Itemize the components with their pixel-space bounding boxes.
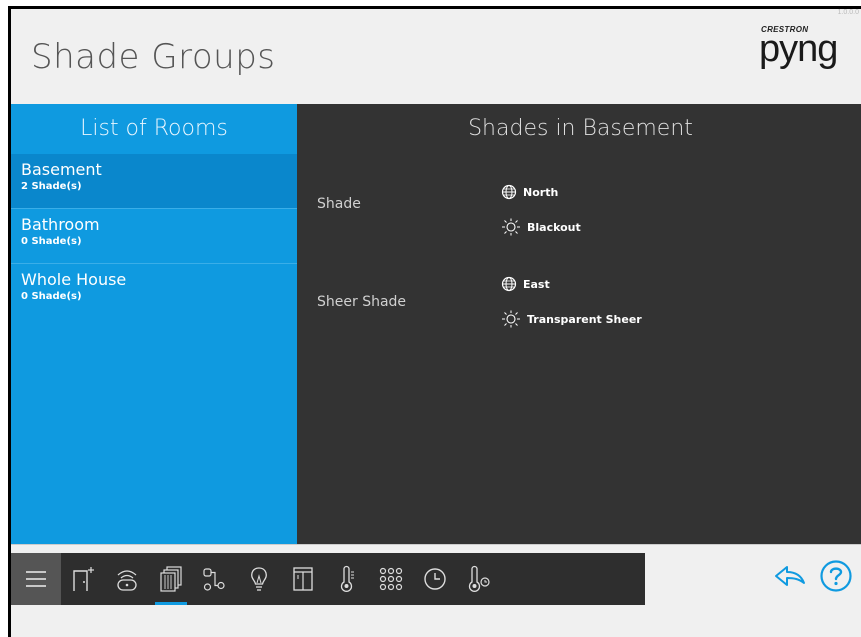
shade-item-label: East	[523, 277, 550, 291]
version-text: 1.0.0.0	[837, 9, 859, 16]
windows-button[interactable]	[281, 553, 325, 605]
keypads-button[interactable]	[369, 553, 413, 605]
menu-icon	[26, 571, 46, 587]
shade-group-label: Shade	[317, 196, 361, 212]
bulb-icon	[251, 567, 267, 591]
shade-item-blackout[interactable]: Blackout	[501, 218, 581, 236]
scene-icon	[203, 568, 225, 591]
app-frame: Shade Groups 1.0.0.0 CRESTRON pyng List …	[8, 6, 861, 637]
shades-button[interactable]	[149, 553, 193, 605]
rooms-panel: List of Rooms Basement 2 Shade(s) Bathro…	[11, 104, 297, 544]
shades-panel-title: Shades in Basement	[468, 116, 693, 141]
shade-item-label: Blackout	[527, 220, 581, 234]
climate-button[interactable]	[325, 553, 369, 605]
shade-item-north[interactable]: North	[501, 184, 558, 200]
remote-icon	[117, 570, 137, 591]
scenes-button[interactable]	[193, 553, 237, 605]
globe-icon	[501, 184, 517, 200]
room-name: Whole House	[21, 270, 127, 289]
shade-item-label: Transparent Sheer	[527, 312, 642, 326]
menu-button[interactable]	[11, 553, 61, 605]
globe-icon	[501, 276, 517, 292]
room-basement[interactable]: Basement 2 Shade(s)	[11, 154, 297, 209]
add-room-button[interactable]	[61, 553, 105, 605]
brand-logo: pyng	[759, 28, 838, 70]
bottom-bar	[11, 544, 861, 637]
thermostat-button[interactable]	[457, 553, 501, 605]
remote-button[interactable]	[105, 553, 149, 605]
shade-group-label: Sheer Shade	[317, 294, 407, 310]
room-bathroom[interactable]: Bathroom 0 Shade(s)	[11, 209, 297, 264]
room-whole-house[interactable]: Whole House 0 Shade(s)	[11, 264, 297, 319]
lights-button[interactable]	[237, 553, 281, 605]
page-title: Shade Groups	[31, 37, 276, 77]
room-count: 0 Shade(s)	[21, 291, 82, 302]
sun-icon	[502, 310, 520, 328]
shade-item-label: North	[523, 185, 559, 199]
shades-panel: Shades in Basement Shade North Blackout …	[297, 104, 861, 544]
header: Shade Groups 1.0.0.0 CRESTRON pyng	[11, 9, 861, 104]
thermometer-icon	[340, 565, 354, 592]
nav-actions	[773, 559, 853, 593]
room-count: 0 Shade(s)	[21, 236, 82, 247]
window-icon	[293, 567, 313, 591]
help-icon[interactable]	[819, 559, 853, 593]
toolbar	[11, 553, 645, 605]
pyng-logo: CRESTRON pyng	[759, 25, 855, 71]
room-count: 2 Shade(s)	[21, 181, 82, 192]
keypad-icon	[379, 567, 403, 591]
thermostat-icon	[468, 565, 490, 592]
schedules-button[interactable]	[413, 553, 457, 605]
shade-item-transparent-sheer[interactable]: Transparent Sheer	[501, 310, 642, 328]
door-add-icon	[73, 567, 94, 591]
rooms-panel-title: List of Rooms	[80, 116, 228, 141]
shades-icon	[160, 566, 182, 592]
room-name: Bathroom	[21, 215, 100, 234]
shade-item-east[interactable]: East	[501, 276, 550, 292]
clock-icon	[424, 568, 446, 590]
room-name: Basement	[21, 160, 102, 179]
back-icon[interactable]	[773, 561, 807, 591]
sun-icon	[502, 218, 520, 236]
